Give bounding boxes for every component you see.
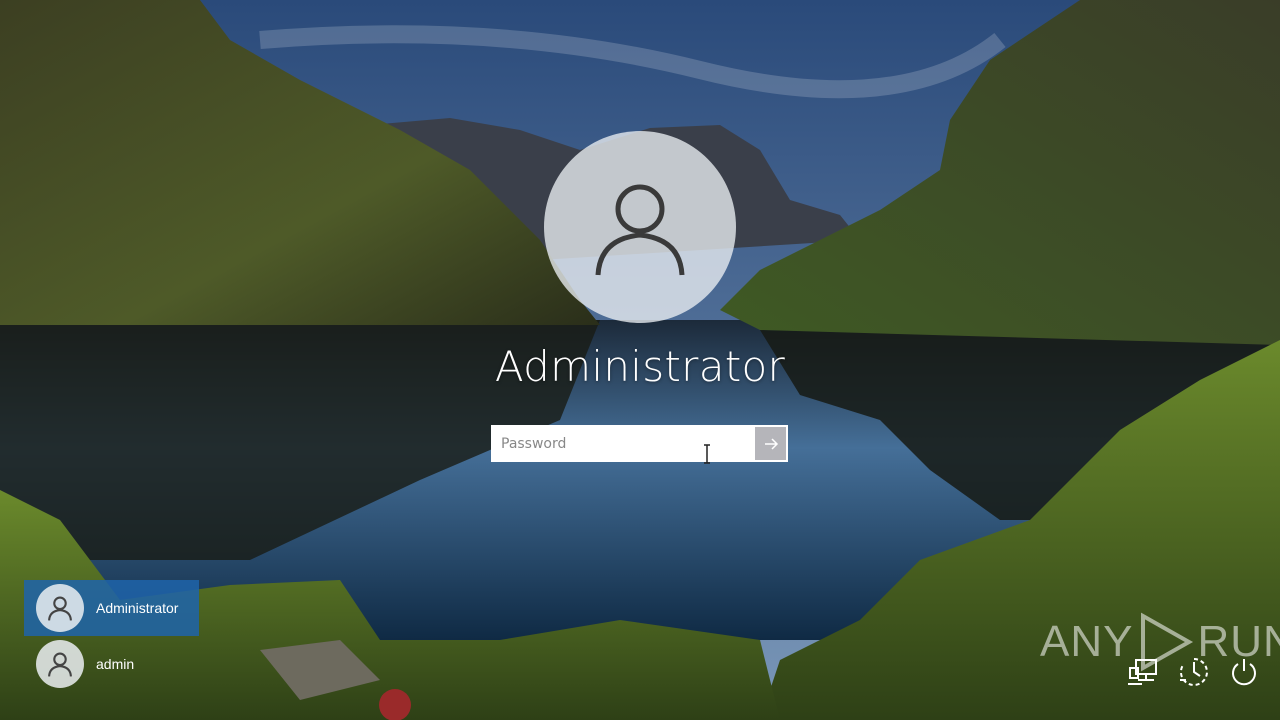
user-icon [48, 652, 72, 677]
user-avatar-large [544, 131, 736, 323]
password-input[interactable] [493, 427, 755, 460]
password-box [491, 425, 788, 462]
user-tile-admin[interactable]: admin [24, 636, 199, 692]
avatar [36, 584, 84, 632]
network-icon [1128, 659, 1157, 685]
power-icon [1232, 659, 1256, 686]
user-list: Administrator admin [24, 580, 199, 692]
power-button[interactable] [1228, 656, 1260, 688]
network-button[interactable] [1128, 656, 1160, 688]
text-cursor-icon [704, 444, 710, 464]
user-tile-administrator[interactable]: Administrator [24, 580, 199, 636]
user-icon [48, 596, 72, 621]
accessibility-icon [1180, 658, 1208, 686]
system-icons [1128, 656, 1260, 688]
arrow-right-icon [764, 437, 778, 450]
accessibility-button[interactable] [1178, 656, 1210, 688]
avatar [36, 640, 84, 688]
account-name: Administrator [494, 342, 786, 391]
user-icon [595, 184, 685, 276]
user-tile-label: Administrator [96, 600, 179, 616]
user-tile-label: admin [96, 656, 135, 672]
submit-button[interactable] [755, 427, 786, 460]
watermark-left: ANY [1040, 617, 1134, 666]
